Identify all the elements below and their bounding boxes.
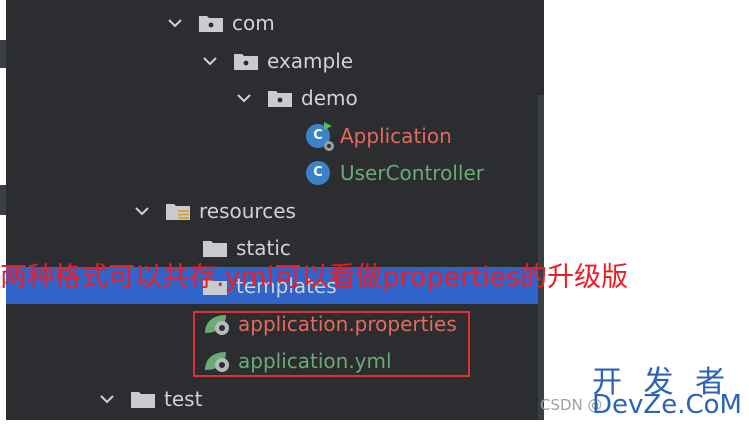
tree-item-label: example — [267, 48, 354, 73]
tree-row-usercontroller[interactable]: C UserController — [6, 154, 544, 191]
chevron-down-icon[interactable] — [201, 52, 219, 70]
spring-boot-class-icon: C — [306, 121, 334, 151]
tree-item-label: UserController — [340, 160, 484, 185]
tree-item-label: com — [232, 10, 275, 35]
tree-row-demo[interactable]: demo — [6, 79, 544, 116]
tree-item-label: resources — [199, 198, 296, 223]
package-folder-icon — [267, 88, 293, 108]
class-icon: C — [306, 160, 330, 185]
tree-row-com[interactable]: com — [6, 4, 544, 41]
folder-icon — [202, 238, 228, 258]
tree-item-label: demo — [301, 85, 358, 110]
tree-row-example[interactable]: example — [6, 42, 544, 79]
chevron-down-icon[interactable] — [235, 89, 253, 107]
tree-item-label: test — [164, 386, 203, 411]
highlight-box — [193, 311, 470, 377]
chevron-down-icon[interactable] — [166, 14, 184, 32]
annotation-text: 两种格式可以共存.yml可以看做properties的升级版 — [0, 262, 629, 293]
tree-item-label: static — [236, 235, 291, 260]
package-folder-icon — [233, 51, 259, 71]
package-folder-icon — [198, 13, 224, 33]
resources-folder-icon — [165, 201, 191, 221]
folder-icon — [130, 389, 156, 409]
watermark-logo-en: DevZe.CoM — [592, 390, 742, 420]
tree-row-application[interactable]: C Application — [6, 117, 544, 154]
chevron-down-icon[interactable] — [98, 390, 116, 408]
tree-item-label: Application — [340, 123, 452, 148]
tree-row-test[interactable]: test — [6, 380, 544, 417]
tree-row-resources[interactable]: resources — [6, 192, 544, 229]
chevron-down-icon[interactable] — [133, 202, 151, 220]
